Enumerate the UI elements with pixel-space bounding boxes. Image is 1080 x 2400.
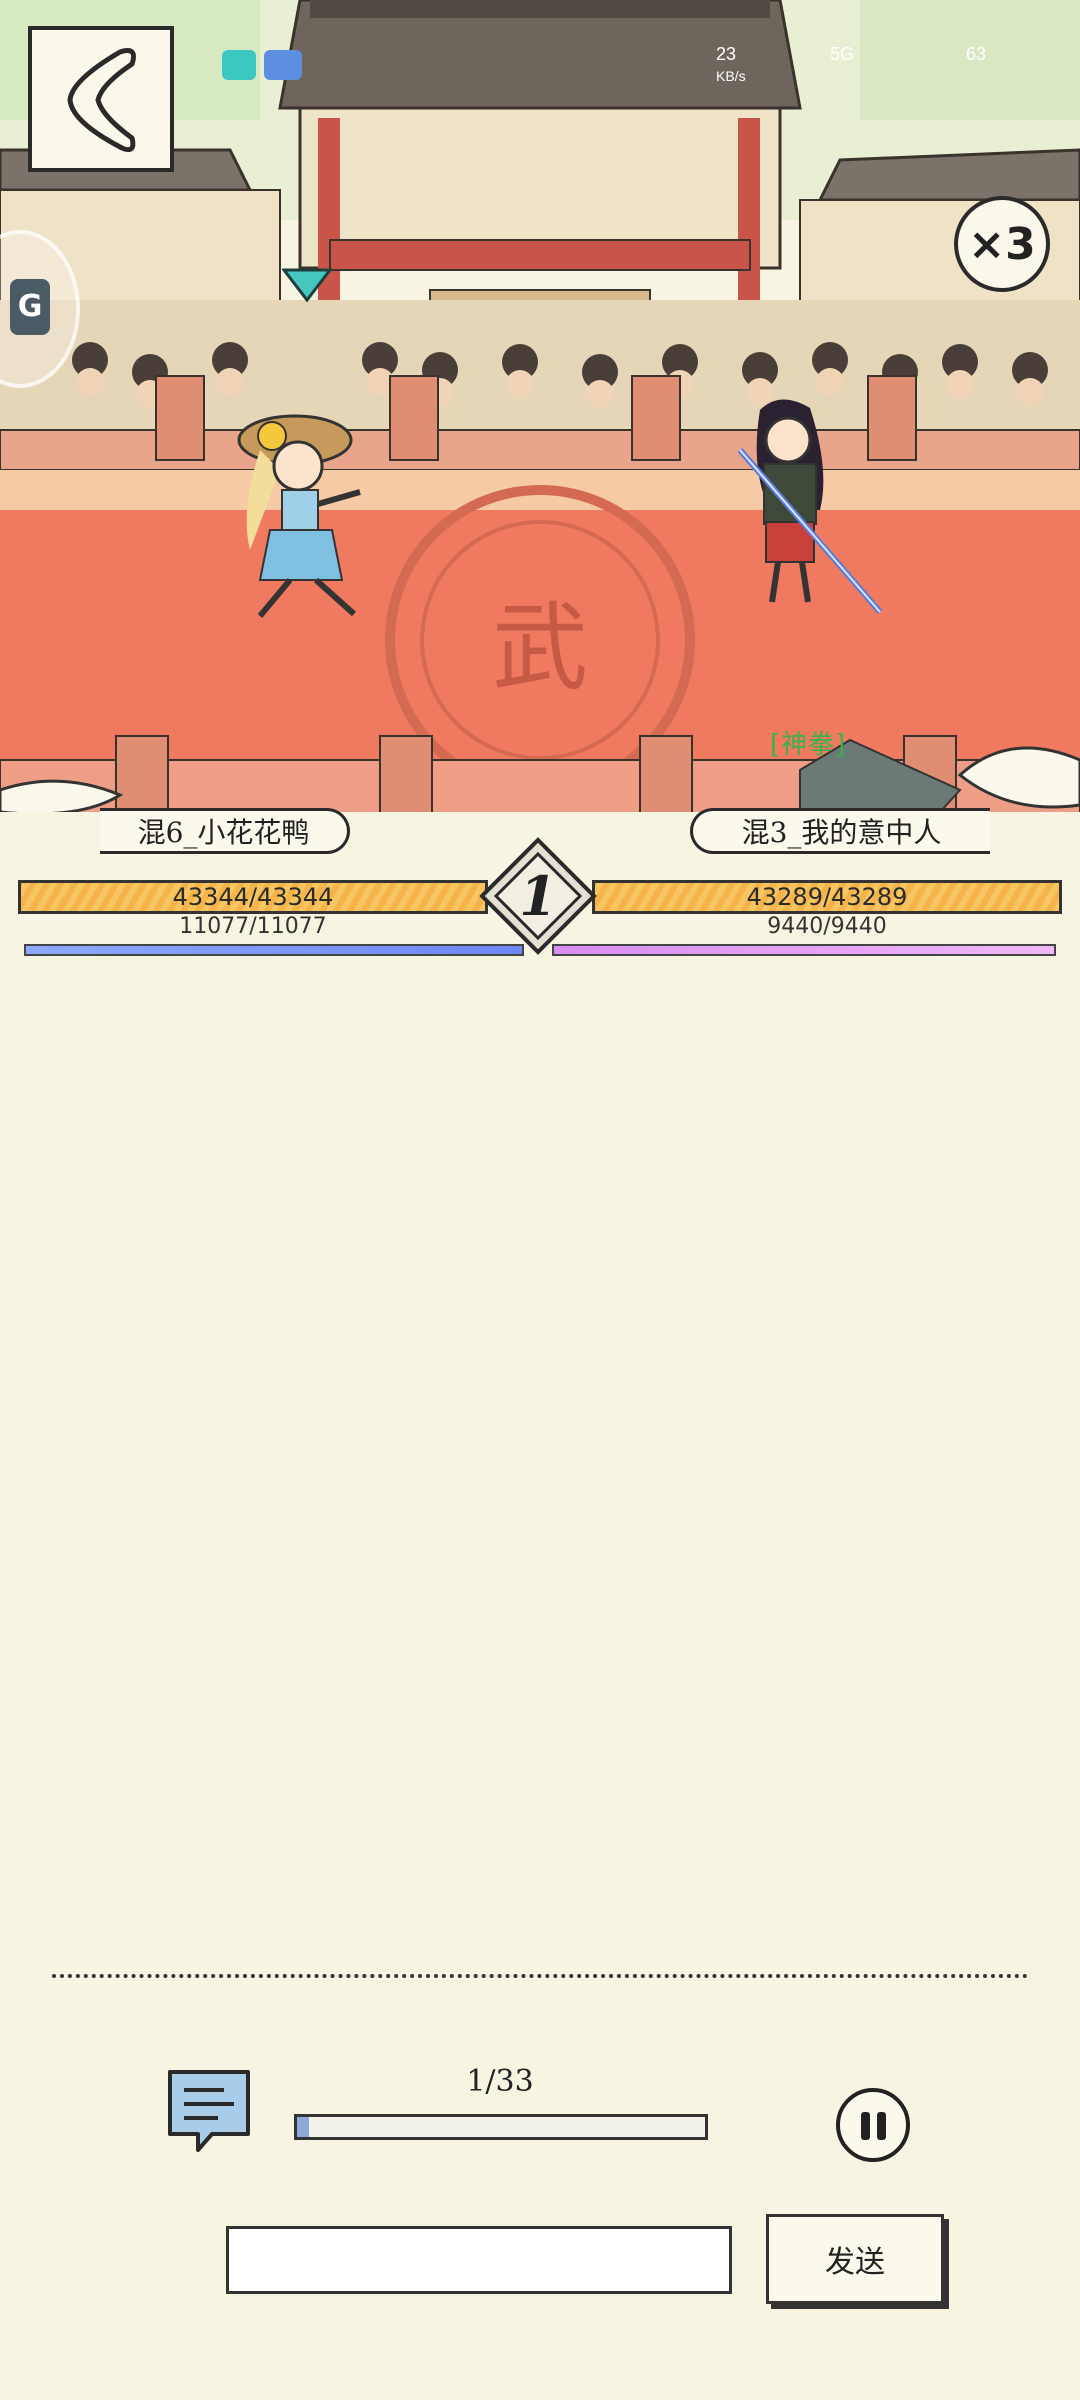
round-number: 1 xyxy=(519,864,557,928)
floor-emblem-text: 武 xyxy=(492,592,588,704)
network-speed-value: 23 xyxy=(716,44,737,64)
back-button[interactable] xyxy=(28,26,174,172)
fighter-left-sprite[interactable] xyxy=(220,400,390,630)
player-left-hp-bar: 43344/43344 xyxy=(18,880,488,914)
log-divider xyxy=(52,1974,1028,1978)
message-input[interactable] xyxy=(226,2226,732,2294)
send-button[interactable]: 发送 xyxy=(766,2214,944,2304)
back-arrow-icon xyxy=(67,48,136,153)
player-left-mp-text: 11077/11077 xyxy=(179,914,327,939)
arena-scene: 武 [神拳] 23 KB/s 5G 63 G ×3 xyxy=(0,0,1080,830)
progress-label: 1/33 xyxy=(466,2064,534,2099)
app-icon xyxy=(264,50,302,80)
skill-label: [神拳] xyxy=(770,730,847,760)
battery-level: 63 xyxy=(966,44,987,64)
round-badge: 1 xyxy=(478,836,598,956)
player-left-name: 混6_小花花鸭 xyxy=(100,808,350,854)
speed-button[interactable]: ×3 xyxy=(954,196,1050,292)
network-type: 5G xyxy=(830,44,855,64)
target-marker-icon xyxy=(282,268,332,303)
side-menu-icon: G xyxy=(10,279,50,335)
progress-bar[interactable] xyxy=(294,2114,708,2140)
taptap-icon xyxy=(222,50,256,80)
chat-icon[interactable] xyxy=(164,2066,254,2156)
fighter-right-sprite[interactable] xyxy=(700,390,890,620)
player-left-hp-text: 43344/43344 xyxy=(172,883,334,911)
network-speed-unit: KB/s xyxy=(716,68,746,84)
player-right-mp-text: 9440/9440 xyxy=(767,914,887,939)
player-left-mp-bar xyxy=(24,944,524,956)
player-right-hp-text: 43289/43289 xyxy=(746,883,908,911)
network-speed: 23 KB/s xyxy=(716,44,746,86)
player-right-hp-bar: 43289/43289 xyxy=(592,880,1062,914)
player-right-mp-bar xyxy=(552,944,1056,956)
pause-button[interactable] xyxy=(836,2088,910,2162)
battle-log[interactable] xyxy=(0,970,1080,1960)
player-right-name: 混3_我的意中人 xyxy=(690,808,990,854)
progress-fill xyxy=(297,2117,310,2137)
